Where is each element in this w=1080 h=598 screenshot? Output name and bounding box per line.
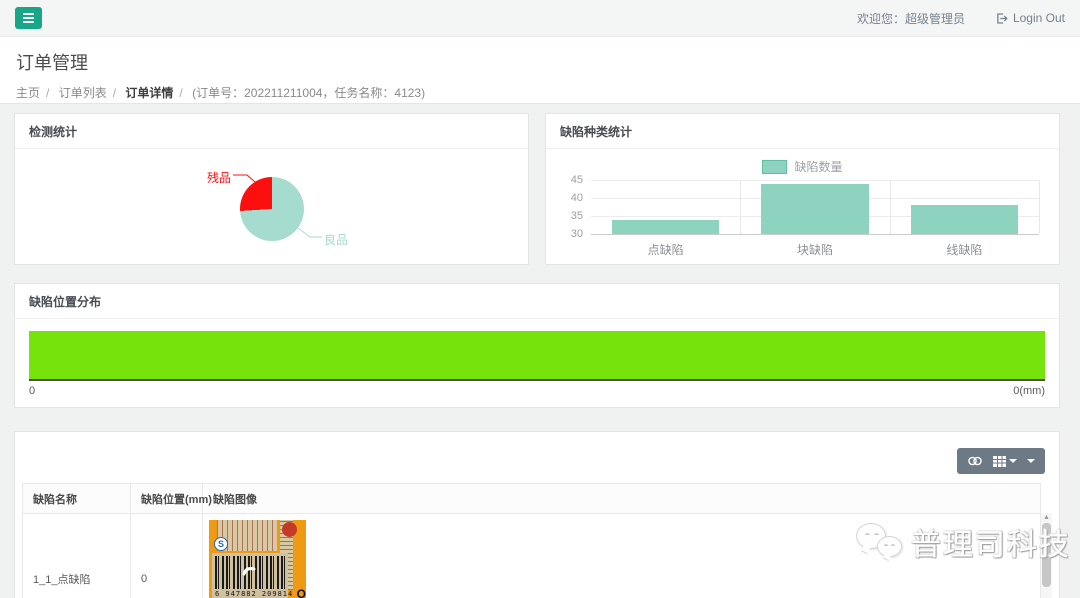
logout-label: Login Out <box>1013 11 1065 25</box>
hamburger-icon <box>23 13 34 15</box>
breadcrumb-order-info: (订单号：202211211004，任务名称：4123) <box>192 86 425 100</box>
pie-label-defective: 残品 <box>203 169 231 186</box>
x-category-label: 线缺陷 <box>890 241 1039 258</box>
black-logo-mark: O <box>297 588 306 598</box>
defect-marker-icon <box>242 565 257 576</box>
position-distribution-bar <box>29 331 1045 381</box>
x-category-label: 点缺陷 <box>591 241 740 258</box>
page-title: 订单管理 <box>16 49 1064 75</box>
defect-type-stats-panel: 缺陷种类统计 30 35 40 45 点缺陷块缺陷线缺陷 缺陷数量 <box>545 113 1060 265</box>
pie-leader-lines <box>15 149 528 268</box>
logout-link[interactable]: Login Out <box>995 11 1065 25</box>
defect-table-panel: 缺陷名称 缺陷位置(mm) 缺陷图像 1_1_点缺陷 0 <box>14 431 1060 598</box>
logout-icon <box>995 12 1008 25</box>
table-toolbar <box>15 432 1059 483</box>
columns-grid-icon <box>993 456 1006 467</box>
position-chart-area: 0 0(mm) <box>15 319 1059 407</box>
red-seal-mark <box>282 522 297 537</box>
x-category-label: 块缺陷 <box>740 241 889 258</box>
bar-点缺陷 <box>612 220 720 234</box>
barcode-bars <box>215 556 285 589</box>
toggle-view-button[interactable] <box>967 455 983 467</box>
page-header: 订单管理 主页/ 订单列表/ 订单详情/ (订单号：202211211004，任… <box>0 37 1080 104</box>
y-tick-label: 40 <box>546 192 583 204</box>
legend-swatch <box>762 160 787 174</box>
top-navbar: 欢迎您：超级管理员 Login Out <box>0 0 1080 37</box>
bar-块缺陷 <box>761 184 869 234</box>
col-defect-image: 缺陷图像 <box>203 484 1041 514</box>
more-options-button[interactable] <box>1027 459 1035 463</box>
position-axis-max: 0(mm) <box>1013 385 1045 397</box>
sidebar-toggle-button[interactable] <box>15 7 42 29</box>
detection-panel-title: 检测统计 <box>15 114 528 149</box>
columns-dropdown-button[interactable] <box>993 456 1017 467</box>
welcome-text: 欢迎您：超级管理员 <box>857 10 965 27</box>
defect-type-panel-title: 缺陷种类统计 <box>546 114 1059 149</box>
y-tick-label: 45 <box>546 174 583 186</box>
y-tick-label: 35 <box>546 210 583 222</box>
barcode: 6 947882 209814 <box>212 553 288 598</box>
barcode-digits: 6 947882 209814 <box>215 589 285 598</box>
breadcrumb-home[interactable]: 主页 <box>16 86 40 100</box>
position-axis: 0 0(mm) <box>29 385 1045 397</box>
cell-defect-position: 0 <box>131 514 203 598</box>
position-axis-min: 0 <box>29 385 35 397</box>
bar-chart-legend[interactable]: 缺陷数量 <box>546 158 1059 175</box>
table-header-row: 缺陷名称 缺陷位置(mm) 缺陷图像 <box>23 484 1041 514</box>
col-defect-name: 缺陷名称 <box>23 484 131 514</box>
defect-image[interactable]: S 6 947882 209814 O <box>209 520 306 598</box>
pie-label-good: 良品 <box>324 231 348 248</box>
toggle-icon <box>967 455 983 467</box>
position-panel-title: 缺陷位置分布 <box>15 284 1059 319</box>
pie-chart-area: 残品 良品 <box>15 149 528 268</box>
caret-down-icon <box>1009 459 1017 463</box>
breadcrumb: 主页/ 订单列表/ 订单详情/ (订单号：202211211004，任务名称：4… <box>16 84 1064 101</box>
breadcrumb-order-list[interactable]: 订单列表 <box>59 86 107 100</box>
blue-logo-mark: S <box>214 537 228 551</box>
y-tick-label: 30 <box>546 228 583 240</box>
detection-stats-panel: 检测统计 残品 良品 <box>14 113 529 265</box>
caret-down-icon <box>1027 459 1035 463</box>
legend-label: 缺陷数量 <box>794 158 842 175</box>
table-toolbar-group <box>957 448 1045 474</box>
wechat-icon <box>856 521 904 563</box>
bar-线缺陷 <box>911 205 1019 234</box>
navbar-right: 欢迎您：超级管理员 Login Out <box>857 10 1065 27</box>
defect-position-panel: 缺陷位置分布 0 0(mm) <box>14 283 1060 408</box>
watermark-text: 普理司科技 <box>911 520 1071 564</box>
cell-defect-name: 1_1_点缺陷 <box>23 514 131 598</box>
brand-watermark: 普理司科技 <box>856 520 1071 564</box>
bar-chart-area: 30 35 40 45 点缺陷块缺陷线缺陷 缺陷数量 <box>546 149 1059 268</box>
breadcrumb-order-detail: 订单详情 <box>125 86 173 100</box>
col-defect-position: 缺陷位置(mm) <box>131 484 203 514</box>
